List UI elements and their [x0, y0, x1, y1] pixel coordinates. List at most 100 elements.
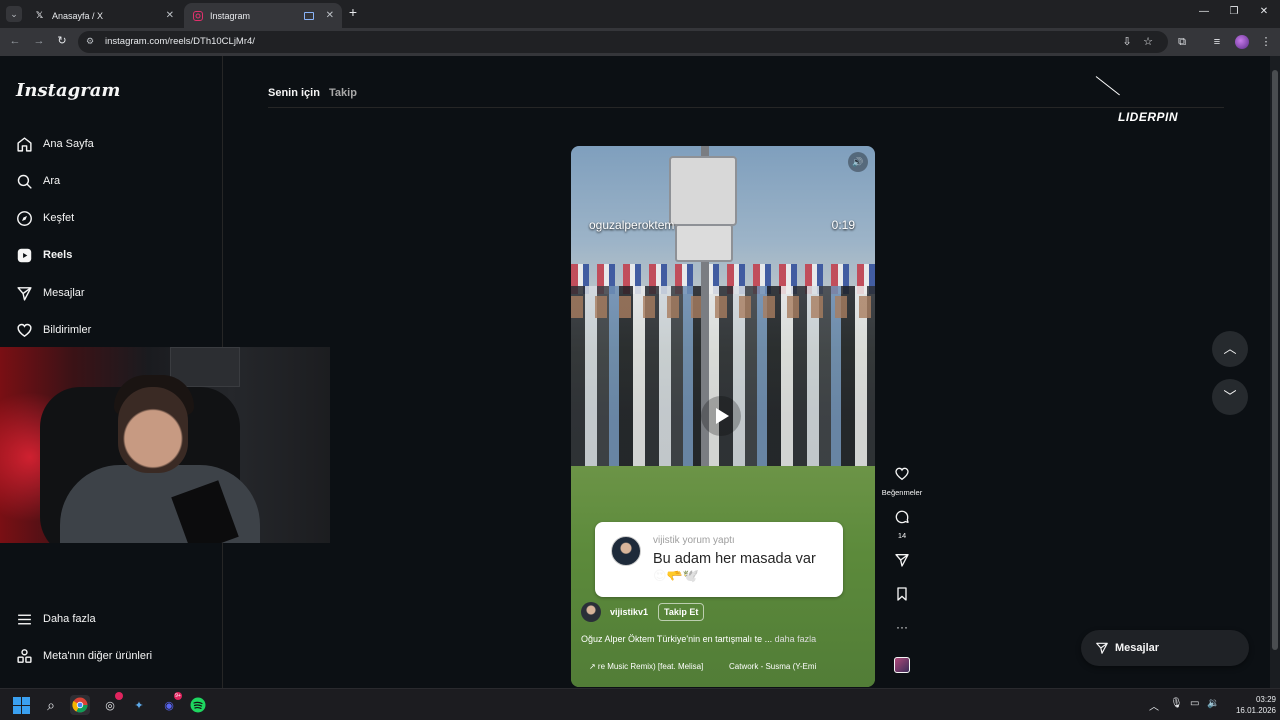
- messages-pill-label: Mesajlar: [1115, 642, 1160, 654]
- close-icon[interactable]: ✕: [326, 10, 334, 21]
- sidebar-item-label: Ana Sayfa: [43, 138, 94, 150]
- url-text[interactable]: instagram.com/reels/DTh10CLjMr4/: [105, 36, 255, 47]
- share-icon: [895, 554, 909, 567]
- search-icon: [17, 174, 32, 189]
- caption-more-link[interactable]: daha fazla: [775, 634, 817, 644]
- x-logo-icon: 𝕏: [35, 10, 44, 20]
- new-tab-button[interactable]: +: [346, 4, 360, 22]
- feed-tabs: Senin için Takip: [268, 87, 363, 99]
- bookmark-star-icon[interactable]: ☆: [1141, 35, 1155, 49]
- search-icon[interactable]: ⌕: [41, 695, 61, 715]
- sidebar-item-messages[interactable]: Mesajlar: [16, 282, 85, 304]
- windows-taskbar: ⌕ ◎ ✦ ◉ 9+ ︿ 🎙 ▭ 🔉 03:29 16.01.2026: [0, 688, 1280, 720]
- media-control-icon[interactable]: ≡: [1210, 35, 1224, 49]
- volume-icon[interactable]: 🔉: [1207, 698, 1219, 709]
- heart-icon: [17, 323, 32, 337]
- reel-username[interactable]: vijistikv1: [610, 607, 648, 617]
- messages-pill-button[interactable]: Mesajlar: [1081, 630, 1249, 666]
- sidebar-item-home[interactable]: Ana Sayfa: [16, 133, 94, 155]
- instagram-icon: [192, 10, 203, 21]
- share-button[interactable]: [880, 552, 924, 573]
- bookmark-icon: [897, 587, 907, 601]
- microphone-icon[interactable]: 🎙: [1170, 698, 1183, 709]
- sidebar-item-label: Reels: [43, 249, 73, 261]
- tray-overflow-icon[interactable]: ︿: [1149, 698, 1159, 713]
- tab-title: Anasayfa / X: [52, 10, 104, 21]
- caption-text: Oğuz Alper Öktem Türkiye'nin en tartışma…: [581, 634, 773, 644]
- sidebar-item-explore[interactable]: Keşfet: [16, 207, 74, 229]
- stream-brand-overlay: LIDERPIN: [1118, 110, 1179, 124]
- app-icon[interactable]: ✦: [129, 695, 149, 715]
- comment-meta: vijistik yorum yaptı: [653, 535, 735, 546]
- install-app-icon[interactable]: ⇩: [1120, 35, 1134, 49]
- cursor-arrow-overlay: [1095, 76, 1120, 96]
- avatar[interactable]: [581, 602, 601, 622]
- sidebar-item-notifications[interactable]: Bildirimler: [16, 319, 91, 341]
- play-icon[interactable]: [701, 396, 741, 436]
- windows-start-icon[interactable]: [11, 695, 31, 715]
- comment-sticker: vijistik yorum yaptı Bu adam her masada …: [595, 522, 843, 597]
- obs-icon[interactable]: ◎: [100, 692, 123, 715]
- restore-icon[interactable]: ❐: [1227, 6, 1241, 17]
- clock-time: 03:29: [1255, 695, 1276, 704]
- clock-date: 16.01.2026: [1235, 706, 1276, 715]
- next-reel-button[interactable]: ﹀: [1212, 379, 1248, 415]
- more-menu-icon[interactable]: ⋮: [1259, 35, 1273, 49]
- more-options-icon[interactable]: ···: [880, 620, 924, 634]
- sidebar-item-meta[interactable]: Meta'nın diğer ürünleri: [16, 645, 152, 667]
- forward-icon[interactable]: →: [32, 34, 46, 48]
- reload-icon[interactable]: ↻: [55, 34, 69, 48]
- close-window-icon[interactable]: ✕: [1257, 6, 1271, 17]
- minimize-icon[interactable]: —: [1197, 6, 1211, 17]
- close-icon[interactable]: ✕: [166, 10, 174, 21]
- sidebar-item-label: Daha fazla: [43, 613, 96, 625]
- messenger-icon: [1096, 642, 1108, 654]
- chrome-icon[interactable]: [70, 695, 90, 715]
- media-playing-icon[interactable]: [303, 11, 314, 20]
- previous-reel-button[interactable]: ︿: [1212, 331, 1248, 367]
- sidebar-item-label: Meta'nın diğer ürünleri: [43, 650, 153, 662]
- feed-divider: [268, 107, 1224, 108]
- tab-search-button[interactable]: ⌄: [6, 6, 22, 22]
- spotify-icon[interactable]: [188, 695, 208, 715]
- messenger-icon: [17, 286, 32, 301]
- video-author-overlay: oguzalperoktem: [589, 218, 675, 232]
- profile-avatar[interactable]: [1235, 35, 1249, 49]
- menu-icon: [18, 614, 31, 624]
- tab-following[interactable]: Takip: [329, 87, 357, 99]
- audio-thumbnail[interactable]: [894, 657, 910, 673]
- sidebar-item-label: Keşfet: [43, 212, 75, 224]
- grid-icon: [17, 648, 32, 663]
- follow-button[interactable]: Takip Et: [658, 603, 705, 621]
- page-scrollbar[interactable]: [1270, 56, 1280, 688]
- extensions-icon[interactable]: ⧉: [1175, 35, 1189, 49]
- address-bar[interactable]: ⚙ instagram.com/reels/DTh10CLjMr4/: [78, 31, 1168, 53]
- audio-track-1[interactable]: ↗ re Music Remix) [feat. Melisa]: [589, 662, 703, 671]
- discord-icon[interactable]: ◉ 9+: [159, 692, 182, 715]
- site-info-icon[interactable]: ⚙: [86, 36, 98, 48]
- sidebar-item-more[interactable]: Daha fazla: [16, 608, 96, 630]
- discord-badge: 9+: [174, 692, 182, 700]
- tab-instagram[interactable]: Instagram ✕: [184, 3, 342, 28]
- comment-count: 14: [897, 531, 907, 540]
- system-clock[interactable]: 03:29 16.01.2026: [1226, 694, 1276, 716]
- network-icon[interactable]: ▭: [1190, 698, 1199, 709]
- sidebar-item-reels[interactable]: Reels: [16, 244, 72, 266]
- comment-button[interactable]: 14: [880, 509, 924, 540]
- sidebar-item-label: Mesajlar: [43, 287, 85, 299]
- sidebar-item-label: Ara: [43, 175, 61, 187]
- avatar: [611, 536, 641, 566]
- save-button[interactable]: [880, 586, 924, 607]
- sidebar-item-search[interactable]: Ara: [16, 170, 60, 192]
- volume-icon[interactable]: 🔊: [848, 152, 868, 172]
- reel-video[interactable]: 🔊 oguzalperoktem 0:19 vijistik yorum yap…: [571, 146, 875, 687]
- reel-caption[interactable]: Oğuz Alper Öktem Türkiye'nin en tartışma…: [581, 634, 816, 644]
- audio-track-2[interactable]: Catwork - Susma (Y-Emi: [729, 662, 816, 671]
- tab-for-you[interactable]: Senin için: [268, 87, 320, 99]
- like-button[interactable]: Beğenmeler: [880, 466, 924, 497]
- instagram-logo[interactable]: Instagram: [16, 80, 120, 101]
- tab-x[interactable]: 𝕏 Anasayfa / X ✕: [26, 3, 182, 28]
- back-icon[interactable]: ←: [8, 34, 22, 48]
- home-icon: [17, 136, 32, 152]
- compass-icon: [17, 210, 32, 226]
